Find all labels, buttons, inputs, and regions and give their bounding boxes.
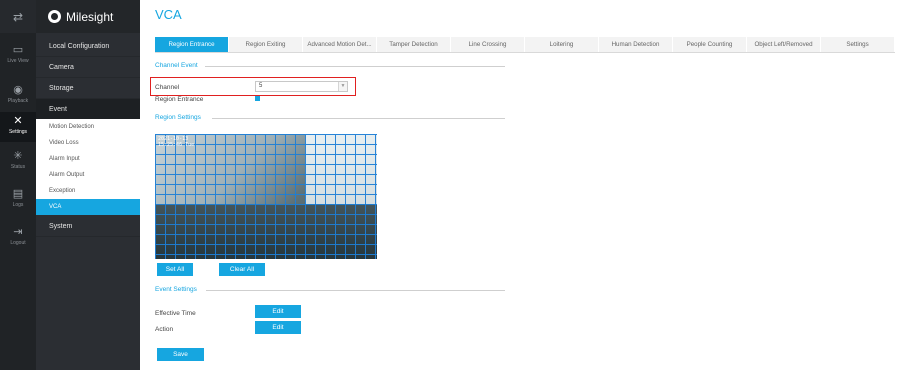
menu-item-system[interactable]: System: [36, 216, 140, 237]
effective-time-edit-button[interactable]: Edit: [255, 305, 301, 318]
brand: Milesight: [36, 0, 140, 33]
region-entrance-label: Region Entrance: [155, 96, 204, 103]
milesight-logo-icon: [48, 10, 61, 23]
tab-object-left-removed[interactable]: Object Left/Removed: [747, 37, 821, 52]
rail-status[interactable]: ✳ Status: [0, 150, 36, 176]
rail-label-playback: Playback: [7, 98, 29, 104]
save-button[interactable]: Save: [157, 348, 204, 361]
menu-item-local-configuration[interactable]: Local Configuration: [36, 36, 140, 57]
page-title: VCA: [155, 7, 182, 22]
rail-label-settings: Settings: [8, 129, 28, 135]
live-view-icon: ▭: [12, 44, 24, 56]
tab-region-entrance[interactable]: Region Entrance: [155, 37, 229, 52]
tab-advanced-motion-detection[interactable]: Advanced Motion Det...: [303, 37, 377, 52]
rail-playback[interactable]: ◉ Playback: [0, 84, 36, 110]
menu-item-camera[interactable]: Camera: [36, 57, 140, 78]
section-divider: [212, 118, 505, 119]
section-title-event-settings: Event Settings: [155, 286, 197, 293]
tab-people-counting[interactable]: People Counting: [673, 37, 747, 52]
tab-loitering[interactable]: Loitering: [525, 37, 599, 52]
rail-label-logout: Logout: [10, 240, 26, 246]
settings-icon: ✕: [13, 115, 23, 127]
action-label: Action: [155, 326, 174, 333]
rail-logs[interactable]: ▤ Logs: [0, 188, 36, 214]
settings-menu: Milesight Local Configuration Camera Sto…: [36, 0, 140, 370]
icon-rail: ⇄ ▭ Live View ◉ Playback ✕ Settings ✳ St…: [0, 0, 36, 370]
channel-highlight-box: [150, 77, 356, 96]
logout-icon: ⇥: [13, 226, 23, 238]
rail-label-live-view: Live View: [7, 58, 29, 64]
tab-tamper-detection[interactable]: Tamper Detection: [377, 37, 451, 52]
menu-item-storage[interactable]: Storage: [36, 78, 140, 99]
region-entrance-checkbox[interactable]: [255, 96, 260, 101]
section-title-channel-event: Channel Event: [155, 62, 198, 69]
submenu-alarm-output[interactable]: Alarm Output: [36, 167, 140, 183]
section-divider: [206, 290, 505, 291]
region-grid-overlay[interactable]: [155, 134, 377, 259]
section-divider: [205, 66, 505, 67]
action-edit-button[interactable]: Edit: [255, 321, 301, 334]
tab-human-detection[interactable]: Human Detection: [599, 37, 673, 52]
region-video-preview[interactable]: 2021-10-13 15:25:46 Tue: [155, 134, 377, 259]
submenu-motion-detection[interactable]: Motion Detection: [36, 119, 140, 135]
tab-line-crossing[interactable]: Line Crossing: [451, 37, 525, 52]
submenu-exception[interactable]: Exception: [36, 183, 140, 199]
tab-settings[interactable]: Settings: [821, 37, 895, 52]
video-osd-timestamp: 2021-10-13 15:25:46 Tue: [158, 136, 195, 148]
submenu-video-loss[interactable]: Video Loss: [36, 135, 140, 151]
rail-label-status: Status: [10, 164, 26, 170]
rail-logout[interactable]: ⇥ Logout: [0, 226, 36, 252]
logs-icon: ▤: [12, 188, 24, 200]
section-title-region-settings: Region Settings: [155, 114, 201, 121]
rail-settings[interactable]: ✕ Settings: [0, 112, 36, 142]
submenu-alarm-input[interactable]: Alarm Input: [36, 151, 140, 167]
set-all-button[interactable]: Set All: [157, 263, 193, 276]
status-icon: ✳: [13, 150, 23, 162]
event-submenu: Motion Detection Video Loss Alarm Input …: [36, 119, 140, 215]
submenu-vca[interactable]: VCA: [36, 199, 140, 215]
clear-all-button[interactable]: Clear All: [219, 263, 265, 276]
rail-label-logs: Logs: [12, 202, 24, 208]
effective-time-label: Effective Time: [155, 310, 196, 317]
menu-item-event[interactable]: Event: [36, 99, 140, 120]
rail-live-view[interactable]: ▭ Live View: [0, 44, 36, 70]
playback-icon: ◉: [13, 84, 23, 96]
vca-tabs: Region Entrance Region Exiting Advanced …: [155, 37, 895, 53]
menu-toggle-icon[interactable]: ⇄: [0, 0, 36, 33]
tab-region-exiting[interactable]: Region Exiting: [229, 37, 303, 52]
brand-name: Milesight: [66, 9, 114, 24]
